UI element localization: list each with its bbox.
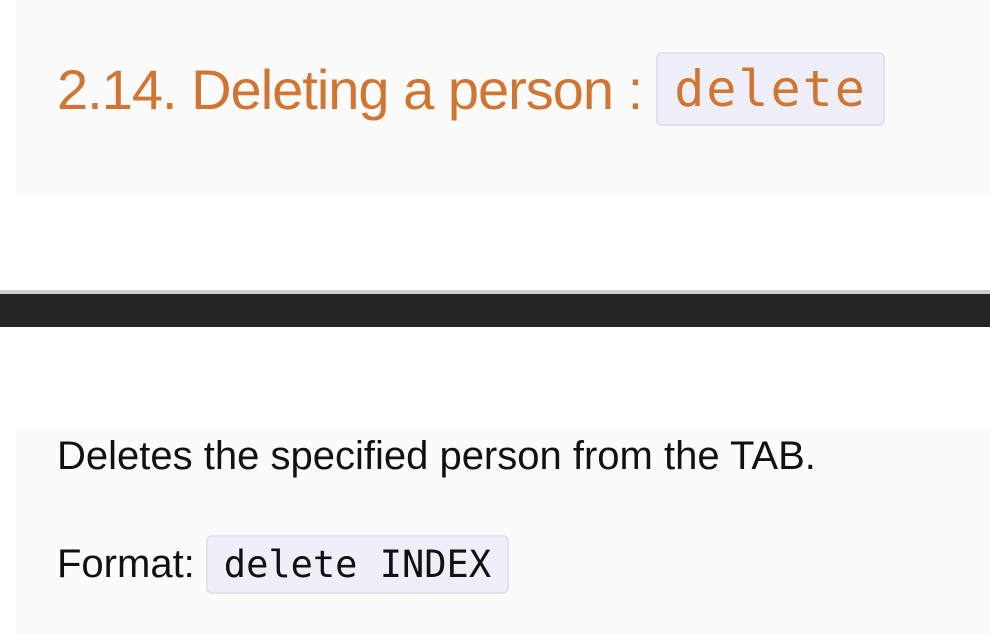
format-line: Format: delete INDEX bbox=[57, 535, 510, 594]
section-heading-code: delete bbox=[656, 52, 885, 126]
format-label: Format: bbox=[57, 542, 195, 586]
section-heading: 2.14. Deleting a person : delete bbox=[57, 52, 885, 126]
divider-bar bbox=[0, 294, 990, 327]
description-text: Deletes the specified person from the TA… bbox=[57, 434, 816, 478]
format-code: delete INDEX bbox=[205, 535, 510, 594]
section-heading-text: 2.14. Deleting a person : bbox=[57, 57, 643, 121]
